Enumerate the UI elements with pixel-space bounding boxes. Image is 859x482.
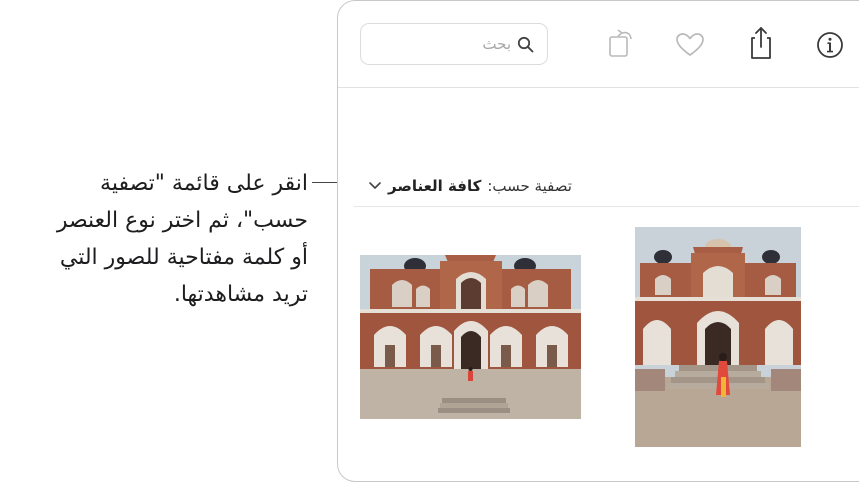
- favorite-heart-icon[interactable]: [675, 31, 705, 59]
- divider: [354, 206, 859, 207]
- chevron-down-icon: [369, 182, 381, 189]
- photo-thumbnail[interactable]: [635, 227, 801, 447]
- filter-menu[interactable]: كافة العناصر تصفية حسب:: [368, 175, 572, 197]
- info-icon[interactable]: [816, 31, 844, 59]
- photo-thumbnail[interactable]: [360, 255, 581, 419]
- rotate-icon[interactable]: [605, 27, 637, 61]
- share-icon[interactable]: [747, 25, 775, 61]
- search-icon: [517, 36, 534, 52]
- callout-text: انقر على قائمة "تصفية حسب"، ثم اختر نوع …: [56, 171, 308, 307]
- photos-window: بحث كافة العناصر تصفية حسب:: [337, 0, 859, 482]
- toolbar: بحث: [338, 1, 859, 88]
- filter-value: كافة العناصر: [388, 177, 482, 195]
- search-field[interactable]: بحث: [360, 23, 548, 65]
- search-placeholder: بحث: [482, 35, 511, 53]
- filter-label: تصفية حسب:: [487, 177, 572, 195]
